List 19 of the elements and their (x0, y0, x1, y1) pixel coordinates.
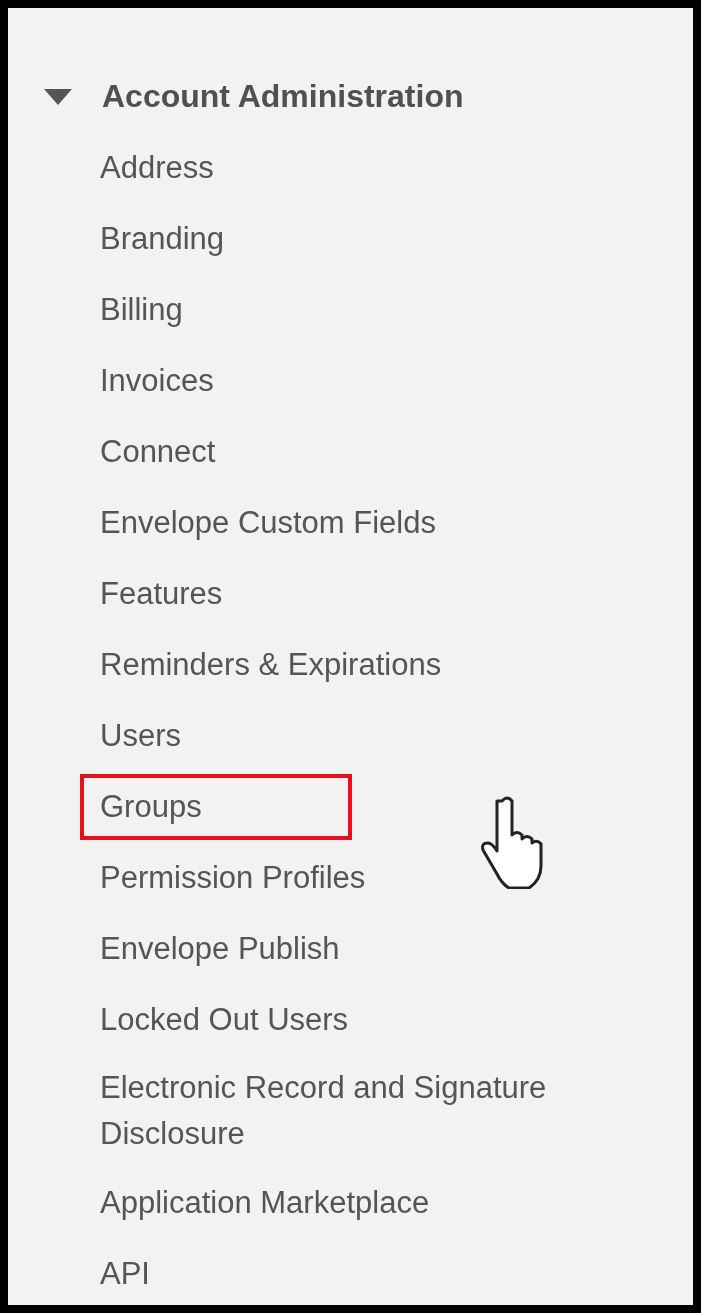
menu-link[interactable]: Envelope Publish (80, 915, 360, 982)
menu-link[interactable]: Users (80, 702, 352, 769)
menu-link[interactable]: Branding (80, 205, 352, 272)
menu-link[interactable]: Invoices (80, 347, 352, 414)
hand-pointer-icon (480, 795, 546, 889)
menu-link[interactable]: Features (80, 560, 352, 627)
menu-link[interactable]: Connect (80, 418, 352, 485)
menu-link[interactable]: Reminders & Expirations (80, 631, 462, 698)
menu-link[interactable]: API (80, 1240, 352, 1305)
collapse-triangle-icon[interactable] (44, 88, 72, 105)
menu-link[interactable]: Groups (80, 773, 352, 840)
menu-link[interactable]: Billing (80, 276, 352, 343)
menu-link[interactable]: Locked Out Users (80, 986, 369, 1053)
menu-link[interactable]: Application Marketplace (80, 1169, 450, 1236)
menu-link[interactable]: Permission Profiles (80, 844, 386, 911)
menu-link[interactable]: Envelope Custom Fields (80, 489, 456, 556)
menu-link[interactable]: Address (80, 134, 352, 201)
section-heading: Account Administration (102, 78, 464, 115)
menu-link[interactable]: Electronic Record and Signature Disclosure (80, 1055, 680, 1167)
